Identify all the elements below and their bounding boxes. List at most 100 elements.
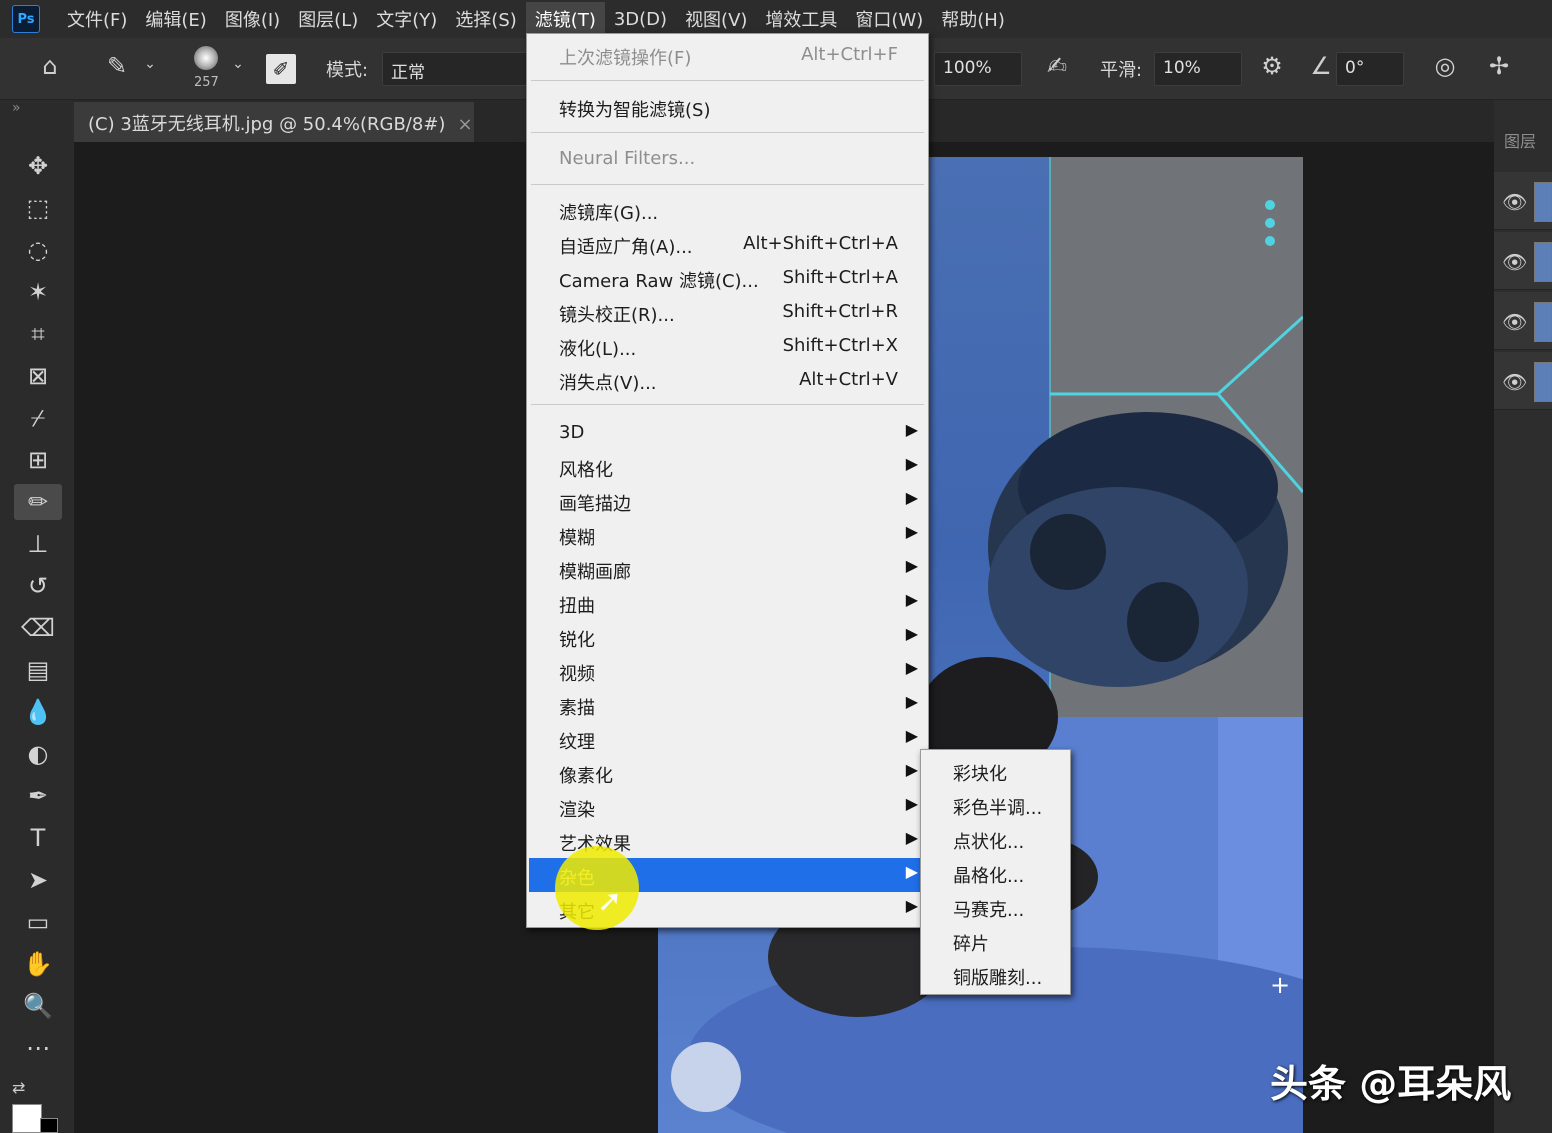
- stamp-tool-icon[interactable]: ⊥: [14, 526, 62, 562]
- hand-tool-icon[interactable]: ✋: [14, 946, 62, 982]
- eyedropper-tool-icon[interactable]: ⌿: [14, 400, 62, 436]
- menu-layer[interactable]: 图层(L): [289, 2, 367, 36]
- marquee-tool-icon[interactable]: ⬚: [14, 190, 62, 226]
- layer-row[interactable]: 👁: [1494, 172, 1552, 230]
- menu-item-pixelate[interactable]: 像素化 ▶: [529, 756, 926, 790]
- chevron-down-icon[interactable]: ⌄: [228, 56, 248, 72]
- background-color-swatch[interactable]: [40, 1118, 58, 1133]
- menu-item-lens-correction[interactable]: 镜头校正(R)... Shift+Ctrl+R: [529, 295, 926, 329]
- mode-select[interactable]: 正常: [382, 52, 528, 86]
- flow-field[interactable]: 100%: [934, 52, 1022, 86]
- history-brush-tool-icon[interactable]: ↺: [14, 568, 62, 604]
- menu-item-stylize[interactable]: 风格化 ▶: [529, 450, 926, 484]
- foreground-color-swatch[interactable]: [12, 1104, 42, 1133]
- rectangle-tool-icon[interactable]: ▭: [14, 904, 62, 940]
- submenu-item-mezzotint[interactable]: 铜版雕刻...: [923, 958, 1068, 992]
- home-icon[interactable]: ⌂: [34, 52, 66, 80]
- layer-row[interactable]: 👁: [1494, 352, 1552, 410]
- eye-icon[interactable]: 👁: [1502, 250, 1527, 274]
- menu-item-filter-gallery[interactable]: 滤镜库(G)...: [529, 193, 926, 227]
- submenu-arrow-icon: ▶: [905, 454, 918, 473]
- eye-icon[interactable]: 👁: [1502, 370, 1527, 394]
- layer-row[interactable]: 👁: [1494, 232, 1552, 290]
- menu-3d[interactable]: 3D(D): [605, 5, 676, 34]
- dodge-tool-icon[interactable]: ◐: [14, 736, 62, 772]
- menu-item-distort[interactable]: 扭曲 ▶: [529, 586, 926, 620]
- brush-preset-icon[interactable]: ✎: [100, 52, 134, 80]
- menu-item-neural-filters[interactable]: Neural Filters...: [529, 142, 926, 176]
- brush-size-value: 257: [194, 75, 219, 90]
- menu-item-blur-gallery[interactable]: 模糊画廊 ▶: [529, 552, 926, 586]
- submenu-item-crystallize[interactable]: 晶格化...: [923, 856, 1068, 890]
- menu-help[interactable]: 帮助(H): [932, 2, 1014, 36]
- pen-tool-icon[interactable]: ✒: [14, 778, 62, 814]
- menu-item-vanishing-point[interactable]: 消失点(V)... Alt+Ctrl+V: [529, 363, 926, 397]
- submenu-item-facet[interactable]: 彩块化: [923, 754, 1068, 788]
- menu-filter[interactable]: 滤镜(T): [525, 2, 605, 36]
- layer-row[interactable]: 👁: [1494, 292, 1552, 350]
- more-tools-icon[interactable]: ⋯: [14, 1030, 62, 1066]
- menu-type[interactable]: 文字(Y): [367, 2, 446, 36]
- menu-item-liquify[interactable]: 液化(L)... Shift+Ctrl+X: [529, 329, 926, 363]
- menu-item-convert-smart-filter[interactable]: 转换为智能滤镜(S): [529, 90, 926, 124]
- brush-tool-icon[interactable]: ✏: [14, 484, 62, 520]
- submenu-arrow-icon: ▶: [905, 692, 918, 711]
- menu-item-video[interactable]: 视频 ▶: [529, 654, 926, 688]
- layers-panel-label[interactable]: 图层: [1504, 128, 1536, 152]
- submenu-item-color-halftone[interactable]: 彩色半调...: [923, 788, 1068, 822]
- eye-icon[interactable]: 👁: [1502, 310, 1527, 334]
- gradient-tool-icon[interactable]: ▤: [14, 652, 62, 688]
- blur-tool-icon[interactable]: 💧: [14, 694, 62, 730]
- menu-item-adaptive-wide-angle[interactable]: 自适应广角(A)... Alt+Shift+Ctrl+A: [529, 227, 926, 261]
- menu-item-camera-raw[interactable]: Camera Raw 滤镜(C)... Shift+Ctrl+A: [529, 261, 926, 295]
- menu-item-brush-strokes[interactable]: 画笔描边 ▶: [529, 484, 926, 518]
- submenu-arrow-icon: ▶: [905, 420, 918, 439]
- collapse-icon[interactable]: »: [12, 100, 21, 116]
- eraser-tool-icon[interactable]: ⌫: [14, 610, 62, 646]
- symmetry-icon[interactable]: ✢: [1482, 52, 1516, 80]
- document-tab[interactable]: (C) 3蓝牙无线耳机.jpg @ 50.4%(RGB/8#) ×: [74, 102, 474, 142]
- submenu-item-mosaic[interactable]: 马赛克...: [923, 890, 1068, 924]
- menu-item-sharpen[interactable]: 锐化 ▶: [529, 620, 926, 654]
- airbrush-icon[interactable]: ✍: [1040, 52, 1074, 80]
- eye-icon[interactable]: 👁: [1502, 190, 1527, 214]
- move-tool-icon[interactable]: ✥: [14, 148, 62, 184]
- close-icon[interactable]: ×: [457, 114, 472, 135]
- menu-edit[interactable]: 编辑(E): [136, 2, 215, 36]
- menu-window[interactable]: 窗口(W): [846, 2, 932, 36]
- brush-settings-icon[interactable]: ✐: [266, 54, 296, 84]
- menu-view[interactable]: 视图(V): [676, 2, 756, 36]
- angle-field[interactable]: 0°: [1336, 52, 1404, 86]
- swap-colors-icon[interactable]: ⇄: [12, 1078, 25, 1097]
- menu-item-texture[interactable]: 纹理 ▶: [529, 722, 926, 756]
- gear-icon[interactable]: ⚙: [1256, 52, 1288, 80]
- submenu-arrow-icon: ▶: [905, 726, 918, 745]
- menu-file[interactable]: 文件(F): [58, 2, 136, 36]
- submenu-arrow-icon: ▶: [905, 794, 918, 813]
- pressure-icon[interactable]: ◎: [1428, 52, 1462, 80]
- menu-plugins[interactable]: 增效工具: [756, 2, 846, 36]
- frame-tool-icon[interactable]: ⊠: [14, 358, 62, 394]
- menu-item-last-filter[interactable]: 上次滤镜操作(F) Alt+Ctrl+F: [529, 38, 926, 72]
- menu-image[interactable]: 图像(I): [216, 2, 289, 36]
- chevron-down-icon[interactable]: ⌄: [140, 56, 160, 72]
- layer-thumbnail: [1534, 182, 1552, 222]
- menu-item-3d[interactable]: 3D ▶: [529, 416, 926, 450]
- lasso-tool-icon[interactable]: ◌: [14, 232, 62, 268]
- healing-tool-icon[interactable]: ⊞: [14, 442, 62, 478]
- submenu-item-pointillize[interactable]: 点状化...: [923, 822, 1068, 856]
- crop-tool-icon[interactable]: ⌗: [14, 316, 62, 352]
- smoothing-field[interactable]: 10%: [1154, 52, 1242, 86]
- menu-item-blur[interactable]: 模糊 ▶: [529, 518, 926, 552]
- tools-panel: » ✥ ⬚ ◌ ✶ ⌗ ⊠ ⌿ ⊞ ✏ ⊥ ↺ ⌫ ▤ 💧 ◐ ✒ T ➤ ▭ …: [0, 100, 74, 1133]
- menu-item-render[interactable]: 渲染 ▶: [529, 790, 926, 824]
- type-tool-icon[interactable]: T: [14, 820, 62, 856]
- magic-wand-tool-icon[interactable]: ✶: [14, 274, 62, 310]
- brush-tip-preview[interactable]: [194, 46, 218, 70]
- zoom-tool-icon[interactable]: 🔍: [14, 988, 62, 1024]
- submenu-item-fragment[interactable]: 碎片: [923, 924, 1068, 958]
- path-selection-tool-icon[interactable]: ➤: [14, 862, 62, 898]
- smoothing-label: 平滑:: [1100, 60, 1143, 81]
- menu-item-sketch[interactable]: 素描 ▶: [529, 688, 926, 722]
- menu-select[interactable]: 选择(S): [446, 2, 525, 36]
